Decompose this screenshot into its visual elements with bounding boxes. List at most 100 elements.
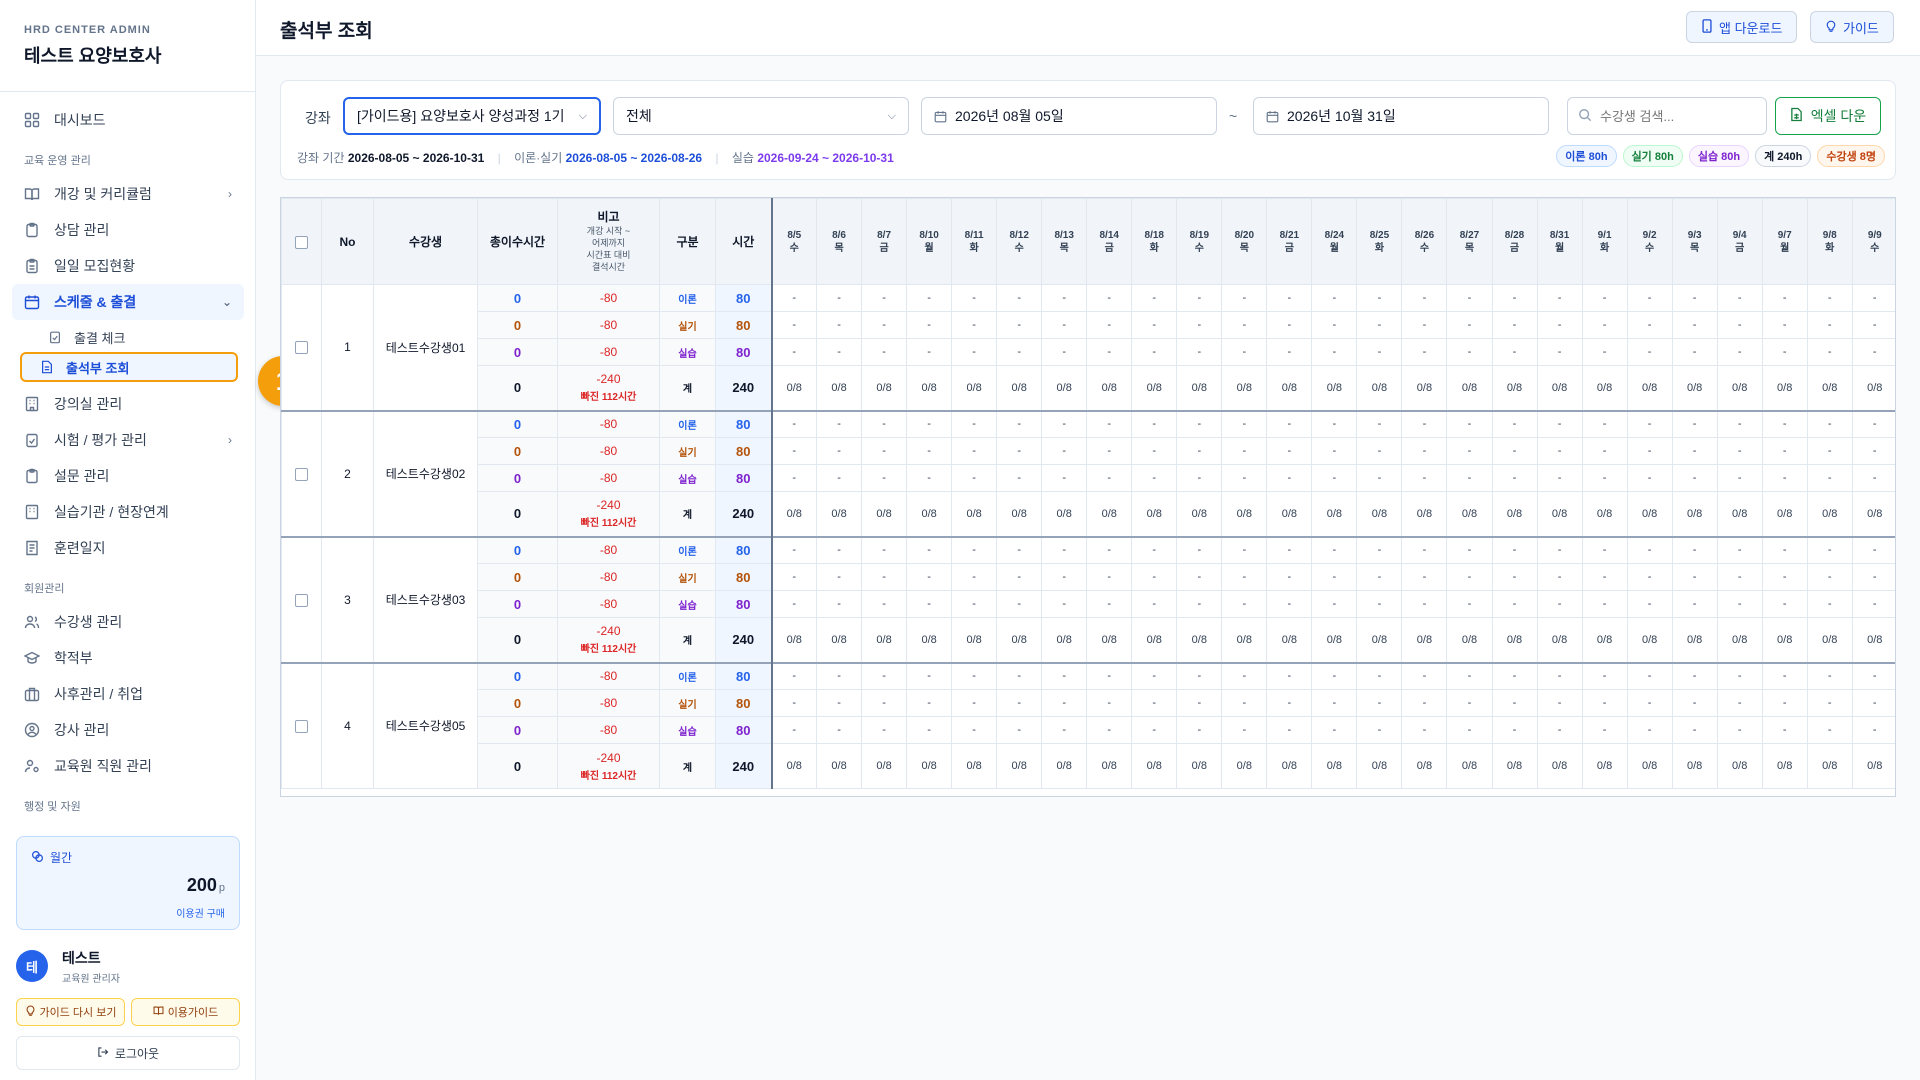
attendance-cell[interactable]: - [1086, 409, 1133, 438]
attendance-cell[interactable]: - [1221, 409, 1268, 438]
attendance-cell[interactable]: 0/8 [1041, 365, 1088, 411]
attendance-cell[interactable]: - [1221, 338, 1268, 366]
attendance-cell[interactable]: - [816, 661, 863, 690]
attendance-cell[interactable]: - [996, 311, 1043, 339]
attendance-cell[interactable]: - [1491, 284, 1538, 312]
attendance-cell[interactable]: - [1806, 338, 1853, 366]
attendance-cell[interactable]: - [1311, 563, 1358, 591]
student-search[interactable] [1567, 97, 1767, 135]
attendance-cell[interactable]: - [951, 563, 998, 591]
search-input[interactable] [1600, 108, 1756, 124]
attendance-cell[interactable]: - [1356, 535, 1403, 564]
attendance-cell[interactable]: - [1041, 661, 1088, 690]
attendance-cell[interactable]: - [1491, 716, 1538, 744]
attendance-cell[interactable]: - [1671, 689, 1718, 717]
guide-button[interactable]: 가이드 [1810, 11, 1894, 43]
attendance-cell[interactable]: - [861, 661, 908, 690]
attendance-cell[interactable]: - [1356, 590, 1403, 618]
attendance-cell[interactable]: - [1266, 338, 1313, 366]
attendance-cell[interactable]: - [1761, 535, 1808, 564]
attendance-cell[interactable]: 0/8 [1311, 743, 1358, 789]
attendance-cell[interactable]: - [770, 338, 818, 366]
attendance-cell[interactable]: 0/8 [1716, 491, 1763, 537]
attendance-cell[interactable]: - [1176, 437, 1223, 465]
attendance-cell[interactable]: - [1356, 409, 1403, 438]
attendance-cell[interactable]: - [1536, 409, 1583, 438]
attendance-cell[interactable]: - [1491, 590, 1538, 618]
attendance-cell[interactable]: - [1851, 563, 1895, 591]
buy-pass-link[interactable]: 이용권 구매 [176, 905, 225, 920]
attendance-cell[interactable]: 0/8 [770, 743, 818, 789]
attendance-cell[interactable]: 0/8 [1671, 365, 1718, 411]
attendance-cell[interactable]: - [1536, 311, 1583, 339]
attendance-cell[interactable]: - [1806, 590, 1853, 618]
attendance-cell[interactable]: - [1761, 284, 1808, 312]
attendance-cell[interactable]: - [1221, 563, 1268, 591]
attendance-cell[interactable]: - [1131, 464, 1178, 492]
attendance-cell[interactable]: - [1086, 437, 1133, 465]
attendance-cell[interactable]: - [906, 311, 953, 339]
attendance-cell[interactable]: - [906, 563, 953, 591]
attendance-cell[interactable]: 0/8 [1356, 365, 1403, 411]
attendance-cell[interactable]: - [1266, 464, 1313, 492]
attendance-cell[interactable]: - [1581, 590, 1628, 618]
attendance-cell[interactable]: - [1221, 464, 1268, 492]
attendance-cell[interactable]: - [770, 689, 818, 717]
attendance-cell[interactable]: - [1266, 563, 1313, 591]
attendance-cell[interactable]: - [906, 716, 953, 744]
attendance-cell[interactable]: - [816, 689, 863, 717]
attendance-cell[interactable]: - [770, 311, 818, 339]
attendance-cell[interactable]: - [1491, 689, 1538, 717]
attendance-cell[interactable]: - [1086, 563, 1133, 591]
attendance-cell[interactable]: 0/8 [1131, 743, 1178, 789]
attendance-cell[interactable]: - [951, 689, 998, 717]
attendance-cell[interactable]: - [906, 590, 953, 618]
attendance-cell[interactable]: - [1311, 535, 1358, 564]
attendance-cell[interactable]: - [1851, 661, 1895, 690]
attendance-cell[interactable]: - [1806, 464, 1853, 492]
usage-guide-button[interactable]: 이용가이드 [131, 998, 240, 1026]
attendance-cell[interactable]: 0/8 [816, 365, 863, 411]
attendance-cell[interactable]: - [996, 464, 1043, 492]
attendance-cell[interactable]: 0/8 [996, 365, 1043, 411]
attendance-cell[interactable]: - [1806, 563, 1853, 591]
attendance-cell[interactable]: - [1176, 563, 1223, 591]
attendance-cell[interactable]: - [770, 590, 818, 618]
attendance-cell[interactable]: - [1536, 661, 1583, 690]
attendance-cell[interactable]: - [1806, 535, 1853, 564]
attendance-cell[interactable]: - [1626, 563, 1673, 591]
attendance-cell[interactable]: 0/8 [1626, 491, 1673, 537]
sidebar-item-dashboard[interactable]: 대시보드 [12, 102, 244, 138]
attendance-cell[interactable]: - [1176, 661, 1223, 690]
sidebar-item-consult[interactable]: 상담 관리 [12, 212, 244, 248]
attendance-cell[interactable]: - [1176, 689, 1223, 717]
attendance-cell[interactable]: 0/8 [1401, 491, 1448, 537]
attendance-cell[interactable]: - [1761, 464, 1808, 492]
attendance-cell[interactable]: - [1581, 716, 1628, 744]
select-all-checkbox[interactable] [295, 235, 308, 249]
attendance-cell[interactable]: - [1716, 716, 1763, 744]
attendance-cell[interactable]: - [1671, 661, 1718, 690]
course-select[interactable]: [가이드용] 요양보호사 양성과정 1기 ⌵ [343, 97, 601, 135]
attendance-cell[interactable]: 0/8 [1221, 617, 1268, 663]
attendance-cell[interactable]: - [1131, 590, 1178, 618]
attendance-cell[interactable]: 0/8 [1356, 743, 1403, 789]
attendance-cell[interactable]: - [1446, 409, 1493, 438]
attendance-cell[interactable]: 0/8 [1491, 617, 1538, 663]
attendance-cell[interactable]: - [816, 311, 863, 339]
attendance-cell[interactable]: 0/8 [770, 491, 818, 537]
attendance-cell[interactable]: - [1176, 409, 1223, 438]
attendance-cell[interactable]: - [1086, 338, 1133, 366]
attendance-cell[interactable]: - [1626, 464, 1673, 492]
attendance-cell[interactable]: - [1086, 284, 1133, 312]
attendance-cell[interactable]: - [1536, 535, 1583, 564]
attendance-cell[interactable]: - [816, 338, 863, 366]
attendance-cell[interactable]: 0/8 [770, 617, 818, 663]
attendance-cell[interactable]: 0/8 [1626, 743, 1673, 789]
attendance-cell[interactable]: 0/8 [951, 743, 998, 789]
attendance-cell[interactable]: - [1761, 338, 1808, 366]
sidebar-item-practice[interactable]: 실습기관 / 현장연계 [12, 494, 244, 530]
attendance-cell[interactable]: 0/8 [1221, 491, 1268, 537]
attendance-cell[interactable]: - [1401, 535, 1448, 564]
attendance-cell[interactable]: - [1311, 661, 1358, 690]
